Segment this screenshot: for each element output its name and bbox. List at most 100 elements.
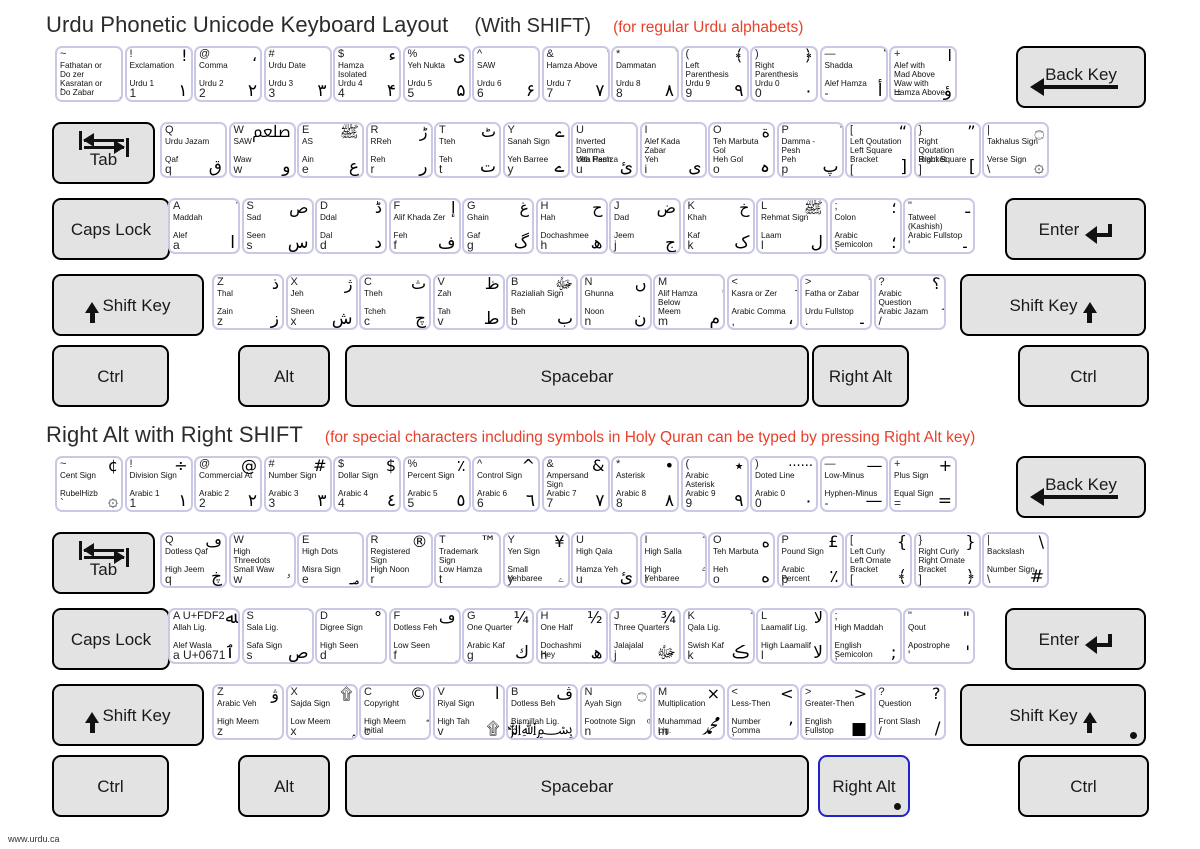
key-kb1-f[interactable]: F إ Alif Khada Zer Feh f ف (388, 198, 461, 254)
left-ctrl-key-1[interactable]: Ctrl (52, 345, 169, 407)
key-kb2-a-u-0671[interactable]: A U+FDF2 ﷲ Allah Lig. Alef Wasla a U+0671 ٱ (168, 608, 240, 664)
key-kb1-y[interactable]: Y ے Sanah Sign Yeh Barree y ے (502, 122, 570, 178)
key-kb1-6[interactable]: ^ؔSAWUrdu 66۶ (472, 46, 540, 102)
key-kb2-j[interactable]: J ¾ Three Quarters Jalajalal j ﷻ (609, 608, 681, 664)
key-kb1-8[interactable]: *ٌDammatanUrdu 88۸ (611, 46, 679, 102)
key-kb1-g[interactable]: G غ Ghain Gaf g گ (462, 198, 534, 254)
key-kb2[interactable]: ?? Question Front Slash / / (873, 684, 946, 740)
key-kb1-l[interactable]: L ﷺ Rehmat Sign Laam l ل (756, 198, 828, 254)
caps-lock-key-1[interactable]: Caps Lock (52, 198, 170, 260)
key-kb1-b[interactable]: B ﷻ Razialiah Sign Beh b ب (506, 274, 578, 330)
spacebar-key-1[interactable]: Spacebar (345, 345, 809, 407)
left-ctrl-key-2[interactable]: Ctrl (52, 755, 169, 817)
key-kb2-4[interactable]: $ $ Dollar Sign Arabic 44٤ (333, 456, 401, 512)
key-kb2[interactable]: ~ ¢ Cent Sign RubelHizb ` ۞ (55, 456, 123, 512)
right-shift-key-1[interactable]: Shift Key (960, 274, 1146, 336)
tab-key-1[interactable]: Tab (52, 122, 155, 184)
key-kb2-l[interactable]: L ﻻ Laamalif Lig. High Laamalif l ﻻ (756, 608, 828, 664)
key-kb2-y[interactable]: Y ¥ Yen Sign Small Yehbaree y ۦ (502, 532, 570, 588)
key-kb1-n[interactable]: N ں Ghunna Noon n ن (579, 274, 652, 330)
key-kb1-j[interactable]: J ض Dad Jeem j ج (609, 198, 681, 254)
enter-key-1[interactable]: Enter (1005, 198, 1146, 260)
key-kb1-t[interactable]: T ٹ Tteh Teh t ت (434, 122, 501, 178)
key-kb2-m[interactable]: M × Multiplication Muhammad Lig. m ﷴ (653, 684, 725, 740)
key-kb1-u[interactable]: UٗInverted DammaUlta PeshYeh Hamzauئ (571, 122, 638, 178)
key-kb1[interactable]: + آ Alef with Mad Above Waw with Hamza Above =… (889, 46, 957, 102)
key-kb2[interactable]: ;ۤHigh MaddahEnglish Semicolon;; (829, 608, 902, 664)
key-kb1[interactable]: ~ٰFathatan orDo zerKasratan orDo Zabar`ٍ (55, 46, 123, 102)
key-kb1-v[interactable]: V ظ Zah Tah v ط (432, 274, 505, 330)
key-kb2-2[interactable]: @ @ Commercial At Arabic 22٢ (194, 456, 262, 512)
key-kb1-9[interactable]: (﴾ Left Parenthesis Urdu 99۹ (680, 46, 749, 102)
key-kb2-8[interactable]: * • Asterisk Arabic 88٨ (611, 456, 679, 512)
key-kb2-e[interactable]: E۬High DotsMisra Signe؃ (297, 532, 364, 588)
right-alt-key-1[interactable]: Right Alt (812, 345, 909, 407)
back-key-2[interactable]: Back Key (1016, 456, 1146, 518)
key-kb1-2[interactable]: @ ، Comma Urdu 22۲ (194, 46, 262, 102)
spacebar-key-2[interactable]: Spacebar (345, 755, 809, 817)
key-kb2-6[interactable]: ^ ^ Control Sign Arabic 66٦ (472, 456, 540, 512)
back-key-1[interactable]: Back Key (1016, 46, 1146, 108)
right-ctrl-key-1[interactable]: Ctrl (1018, 345, 1149, 407)
key-kb2-v[interactable]: V أ Riyal Sign High Tah v ۩ (432, 684, 505, 740)
key-kb1-5[interactable]: % ی Yeh Nukta Urdu 55۵ (402, 46, 471, 102)
key-kb2-p[interactable]: P £ Pound Sign Arabic Percent p ٪ (776, 532, 844, 588)
key-kb2-u[interactable]: UۡHigh QalaHamza Yehuئ (571, 532, 638, 588)
key-kb1[interactable]: | ۝ Takhalus Sign Verse Sign \ ۞ (982, 122, 1049, 178)
key-kb2-b[interactable]: BڤDotless BehBismillah Lig.b﷽ (506, 684, 578, 740)
key-kb1-3[interactable]: #؜Urdu DateUrdu 33۳ (263, 46, 332, 102)
right-shift-key-2[interactable]: Shift Key (960, 684, 1146, 746)
key-kb1-1[interactable]: !! Exclamation Urdu 11۱ (124, 46, 193, 102)
key-kb1[interactable]: —ّShaddaAlef Hamza-أ (819, 46, 888, 102)
key-kb2-o[interactable]: O ه Teh Marbuta Heh o ه (708, 532, 775, 588)
key-kb1-7[interactable]: &ٔHamza AboveUrdu 77۷ (541, 46, 610, 102)
key-kb2-h[interactable]: H ½ One Half Dochashmi Hey h ھ (535, 608, 608, 664)
key-kb1-a[interactable]: AٓMaddahAlefaا (168, 198, 240, 254)
right-ctrl-key-2[interactable]: Ctrl (1018, 755, 1149, 817)
key-kb1-c[interactable]: C ث Theh Tcheh c چ (359, 274, 431, 330)
key-kb2-t[interactable]: T™Trademark SignLow Hamzatٕ (434, 532, 501, 588)
key-kb2-q[interactable]: Q ڡ Dotless Qaf High Jeem q ڿ (160, 532, 227, 588)
key-kb2-w[interactable]: WۛHigh ThreedotsSmall Wawwۥ (228, 532, 296, 588)
enter-key-2[interactable]: Enter (1005, 608, 1146, 670)
key-kb2-r[interactable]: R®Registered SignHigh Noonrۨ (365, 532, 433, 588)
key-kb1[interactable]: >َFatha or ZabarUrdu Fullstop.۔ (800, 274, 872, 330)
key-kb2[interactable]: > > Greater-Then English Fullstop. ■ (800, 684, 872, 740)
key-kb2[interactable]: | \ Backslash Number Sign \ # (982, 532, 1049, 588)
key-kb2-s[interactable]: SؐSala Lig.Safa Signsص (241, 608, 314, 664)
key-kb2[interactable]: + + Plus Sign Equal Sign = = (889, 456, 957, 512)
key-kb2-x[interactable]: X۩Sajda SignLow Meemxۭ (285, 684, 358, 740)
key-kb1[interactable]: <ِKasra or ZerArabic Comma,، (726, 274, 799, 330)
key-kb2-n[interactable]: N۝Ayah SignFootnote Signn۠ (579, 684, 652, 740)
key-kb2-k[interactable]: KۗQala Lig.Swish Kafkڪ (682, 608, 755, 664)
left-shift-key-2[interactable]: Shift Key (52, 684, 204, 746)
key-kb1-0[interactable]: ) ﴿ Right Parenthesis Urdu 00۰ (750, 46, 818, 102)
key-kb1-o[interactable]: O ة Teh Marbuta Gol Heh Gol o ہ (708, 122, 775, 178)
key-kb2-7[interactable]: & & Ampersand Sign Arabic 77٧ (541, 456, 610, 512)
key-kb2-f[interactable]: FڡDotless FehLow Seenfۣ (388, 608, 461, 664)
key-kb2-3[interactable]: # # Number Sign Arabic 33٣ (263, 456, 332, 512)
key-kb1[interactable]: }” Right Qoutation Right Square Bracket]] (913, 122, 981, 178)
key-kb2-9[interactable]: (٭ Arabic Asterisk Arabic 99٩ (680, 456, 749, 512)
key-kb1-x[interactable]: X ژ Jeh Sheen x ش (285, 274, 358, 330)
key-kb1-p[interactable]: PُDamma - PeshPehpپ (776, 122, 844, 178)
key-kb1-r[interactable]: R ڑ RReh Reh r ر (365, 122, 433, 178)
key-kb2[interactable]: [{Left Curly Left Ornate Bracket[﴾ (845, 532, 912, 588)
key-kb1-k[interactable]: K خ Khah Kaf k ک (682, 198, 755, 254)
key-kb2-0[interactable]: ) ······ Doted Line Arabic 00٠ (750, 456, 818, 512)
left-alt-key-2[interactable]: Alt (238, 755, 330, 817)
key-kb1-z[interactable]: Z ذ Thal Zain z ز (212, 274, 284, 330)
key-kb2-c[interactable]: C©CopyrightHigh Meem Initialcۘ (359, 684, 431, 740)
key-kb2-i[interactable]: IۖHigh SallaHigh Yehbareeiۧ (639, 532, 707, 588)
left-alt-key-1[interactable]: Alt (238, 345, 330, 407)
key-kb1-e[interactable]: E ﷺ AS Ain e ع (297, 122, 364, 178)
key-kb1-i[interactable]: IٖAlef Kada ZabarYehiی (639, 122, 707, 178)
key-kb1-q[interactable]: QْUrdu JazamQafqق (160, 122, 227, 178)
key-kb2[interactable]: < < Less-Then Number Comma, ٬ (726, 684, 799, 740)
key-kb1-s[interactable]: S ص Sad Seen s س (241, 198, 314, 254)
key-kb1-d[interactable]: D ڈ Ddal Dal d د (315, 198, 387, 254)
key-kb2[interactable]: }} Right Curly Right Ornate Bracket] ﴿ (913, 532, 981, 588)
key-kb1[interactable]: ?؟Arabic QuestionArabic Jazam/ۡ (873, 274, 946, 330)
key-kb2-z[interactable]: ZۋArabic VehHigh Meemzۢ (212, 684, 284, 740)
key-kb1-m[interactable]: MٕAlif HamzaBelowMeemmم (653, 274, 725, 330)
